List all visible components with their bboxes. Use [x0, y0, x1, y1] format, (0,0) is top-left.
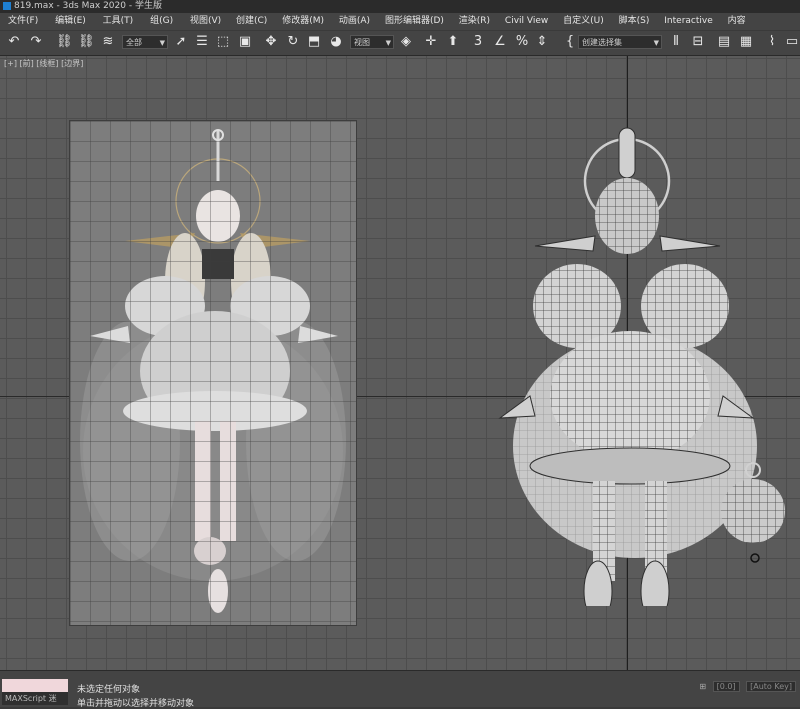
menu-customize[interactable]: 自定义(U)	[551, 13, 604, 30]
viewport-label-shading[interactable]: [线框]	[36, 59, 58, 68]
scale-icon[interactable]: ⬒	[306, 34, 322, 50]
spinner-snap-icon[interactable]: ⇕	[534, 34, 550, 50]
selection-filter-dropdown[interactable]: 全部 ▼	[122, 35, 168, 49]
coordinate-display: ⊞ [0.0] [Auto Key]	[699, 681, 796, 692]
menu-graph-editors[interactable]: 图形编辑器(D)	[373, 13, 444, 30]
named-selection-dropdown[interactable]: 创建选择集 ▼	[578, 35, 662, 49]
maxscript-listener[interactable]: MAXScript 迷	[2, 679, 68, 705]
link-icon[interactable]: ⛓	[56, 34, 73, 50]
redo-icon[interactable]: ↷	[28, 34, 44, 50]
keyboard-shortcut-override-icon[interactable]: ⬆	[445, 34, 461, 50]
select-manipulate-icon[interactable]: ✛	[423, 34, 439, 50]
menu-animation[interactable]: 动画(A)	[327, 13, 370, 30]
viewport-label-edges[interactable]: [边界]	[61, 59, 83, 68]
angle-snap-icon[interactable]: ∠	[492, 34, 508, 50]
curve-editor-icon[interactable]: ⌇	[764, 34, 780, 50]
isolate-selection-icon[interactable]: ⊞	[699, 682, 706, 691]
character-wireframe-model[interactable]	[495, 126, 800, 606]
window-title: 819.max - 3ds Max 2020 - 学生版	[14, 1, 162, 11]
percent-snap-icon[interactable]: %	[514, 34, 530, 50]
title-bar: 819.max - 3ds Max 2020 - 学生版	[0, 0, 800, 13]
schematic-view-icon[interactable]: ▭	[784, 34, 800, 50]
move-icon[interactable]: ✥	[263, 34, 279, 50]
edit-named-selection-icon[interactable]: {	[562, 34, 578, 50]
menu-scripting[interactable]: 脚本(S)	[607, 13, 650, 30]
front-viewport[interactable]	[0, 56, 800, 670]
mirror-icon[interactable]: ⫴	[668, 34, 684, 50]
window-crossing-icon[interactable]: ▣	[237, 34, 253, 50]
menu-bar: 文件(F) 编辑(E) 工具(T) 组(G) 视图(V) 创建(C) 修改器(M…	[0, 13, 800, 30]
menu-edit[interactable]: 编辑(E)	[41, 13, 86, 30]
align-icon[interactable]: ⊟	[690, 34, 706, 50]
menu-create[interactable]: 创建(C)	[224, 13, 267, 30]
status-bar: MAXScript 迷 未选定任何对象 单击并拖动以选择并移动对象 ⊞ [0.0…	[0, 670, 800, 709]
menu-interactive[interactable]: Interactive	[652, 13, 712, 30]
layer-explorer-icon[interactable]: ▦	[738, 34, 754, 50]
placement-icon[interactable]: ◕	[328, 34, 344, 50]
reference-image-plane[interactable]	[69, 120, 357, 626]
select-object-icon[interactable]: ➚	[173, 34, 189, 50]
viewport-label-point-of-view[interactable]: [前]	[20, 59, 34, 68]
menu-group[interactable]: 组(G)	[136, 13, 173, 30]
grid-spacing-value: [0.0]	[712, 681, 740, 692]
undo-icon[interactable]: ↶	[6, 34, 22, 50]
rectangular-selection-icon[interactable]: ⬚	[215, 34, 231, 50]
selection-status-text: 未选定任何对象	[77, 685, 141, 695]
reference-coordinate-dropdown[interactable]: 视图 ▼	[350, 35, 394, 49]
scene-explorer-icon[interactable]: ▤	[716, 34, 732, 50]
unlink-icon[interactable]: ⛓	[78, 34, 95, 50]
main-toolbar: ↶ ↷ ⛓ ⛓ ≋ 全部 ▼ ➚ ☰ ⬚ ▣ ✥ ↻ ⬒ ◕ 视图 ▼ ◈ ✛ ⬆ …	[0, 30, 800, 56]
menu-rendering[interactable]: 渲染(R)	[447, 13, 490, 30]
select-by-name-icon[interactable]: ☰	[194, 34, 210, 50]
snaps-toggle-icon[interactable]: 3	[470, 34, 486, 50]
menu-content[interactable]: 内容	[716, 13, 746, 30]
maxscript-label: MAXScript 迷	[2, 692, 68, 705]
auto-key-field[interactable]: [Auto Key]	[746, 681, 796, 692]
bind-spacewarp-icon[interactable]: ≋	[100, 34, 116, 50]
menu-tools[interactable]: 工具(T)	[89, 13, 134, 30]
app-logo-icon	[3, 2, 11, 10]
viewport-label-general[interactable]: [+]	[4, 59, 17, 68]
reference-plane-grid	[70, 121, 356, 625]
prompt-status-text: 单击并拖动以选择并移动对象	[77, 699, 195, 709]
pivot-center-icon[interactable]: ◈	[398, 34, 414, 50]
menu-views[interactable]: 视图(V)	[176, 13, 221, 30]
menu-civil-view[interactable]: Civil View	[493, 13, 548, 30]
menu-modifiers[interactable]: 修改器(M)	[270, 13, 324, 30]
viewport-label-menu[interactable]: [+] [前] [线框] [边界]	[4, 58, 83, 69]
rotate-icon[interactable]: ↻	[285, 34, 301, 50]
maxscript-input[interactable]	[2, 679, 68, 692]
menu-file[interactable]: 文件(F)	[0, 13, 38, 30]
